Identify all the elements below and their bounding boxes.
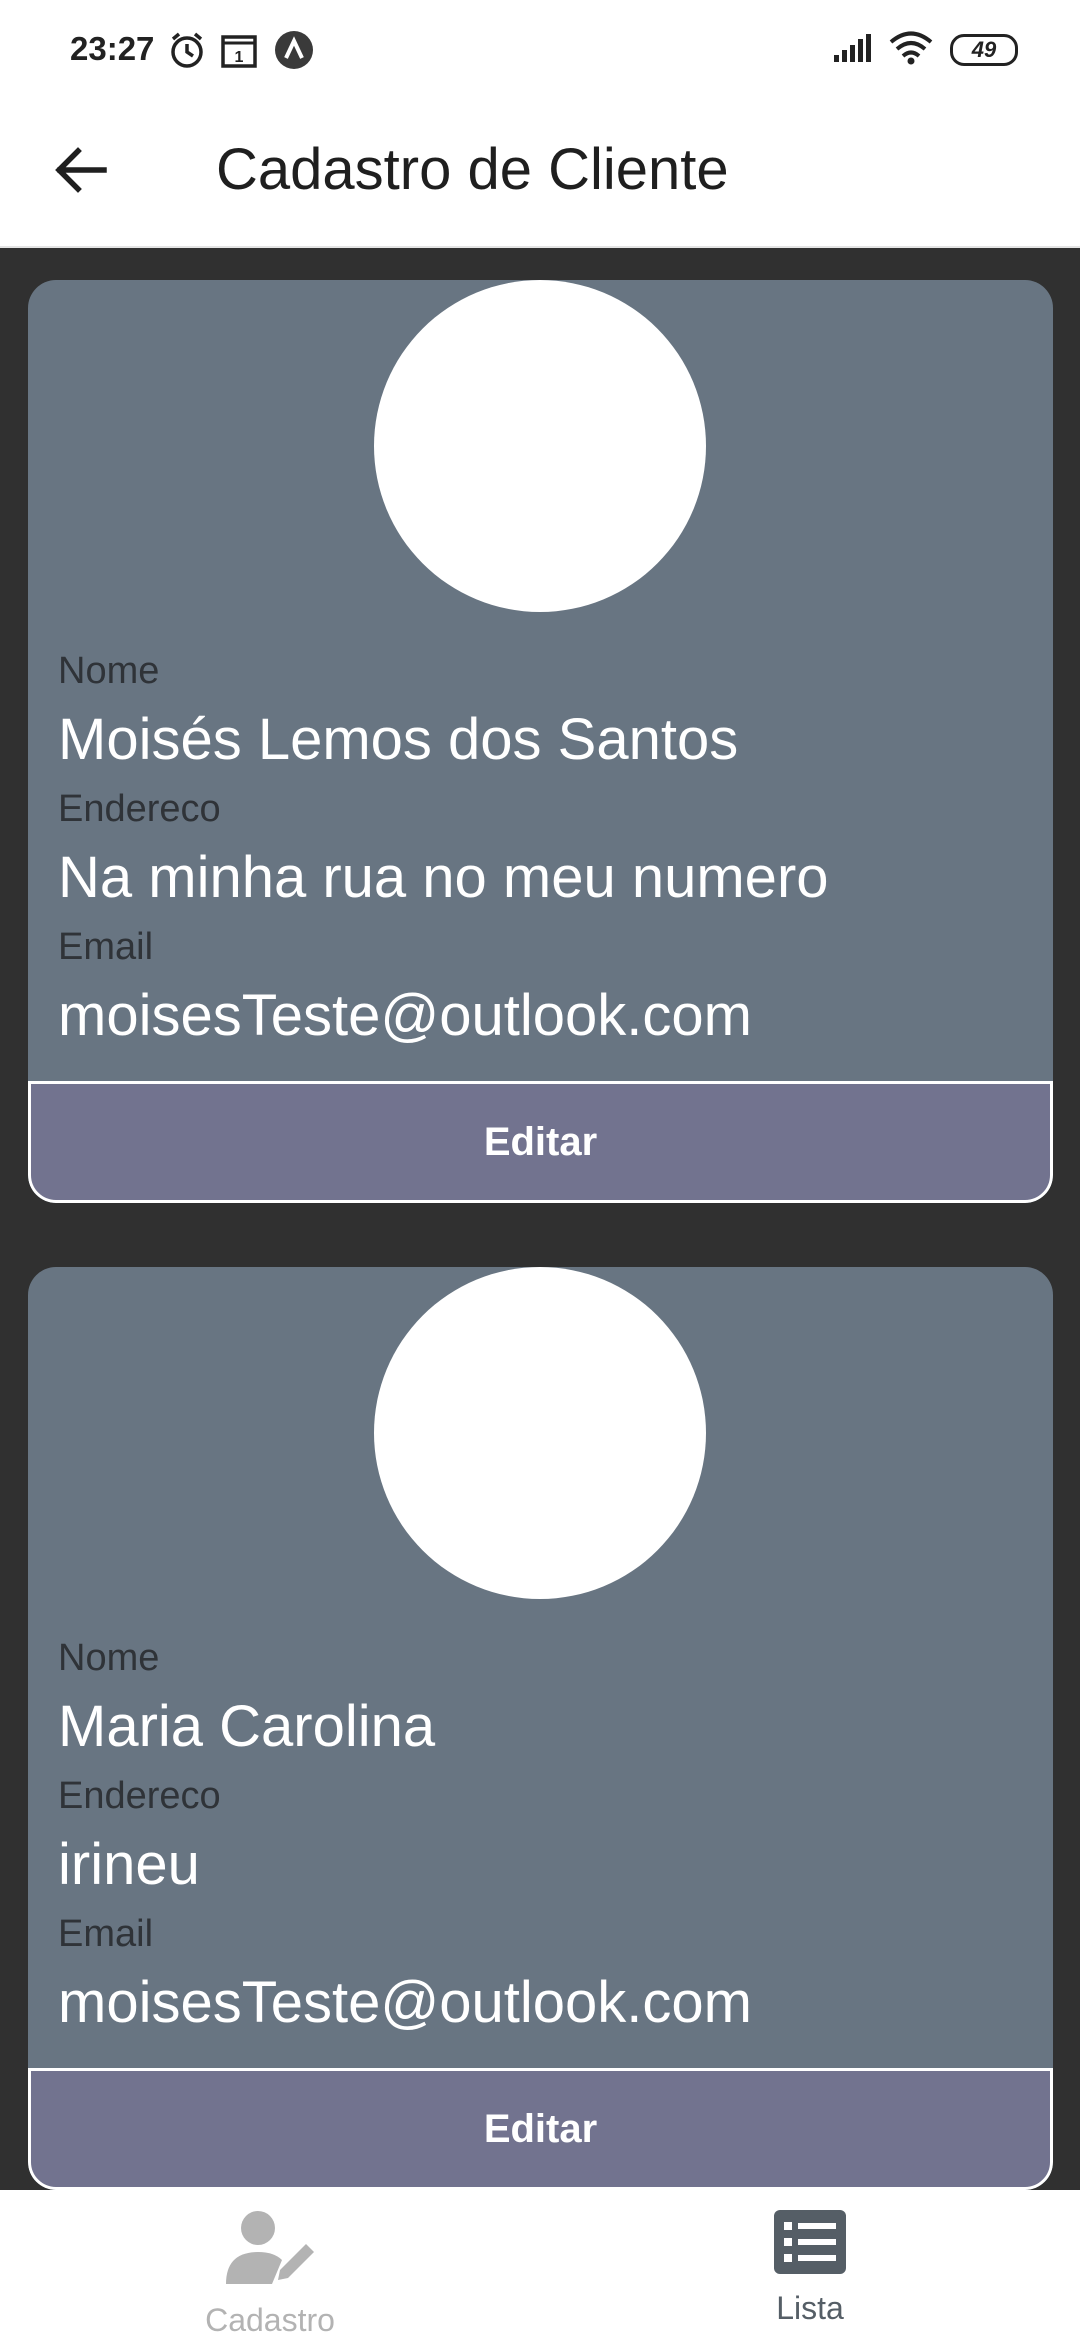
avatar — [374, 1267, 706, 1599]
email-label: Email — [58, 1913, 154, 1955]
nav-item-cadastro[interactable]: Cadastro — [0, 2190, 540, 2340]
arrow-left-icon — [55, 147, 107, 193]
nome-value: Moisés Lemos dos Santos — [58, 707, 739, 772]
edit-button[interactable]: Editar — [28, 2068, 1053, 2190]
email-label: Email — [58, 926, 154, 968]
back-button[interactable] — [42, 132, 118, 208]
calendar-icon: 1 — [220, 30, 258, 75]
signal-icon — [832, 33, 872, 68]
app-bar: Cadastro de Cliente — [0, 102, 1080, 248]
endereco-value: irineu — [58, 1832, 200, 1897]
nome-value: Maria Carolina — [58, 1694, 436, 1759]
user-edit-icon — [226, 2211, 314, 2284]
app-notification-icon — [274, 30, 314, 75]
battery-icon: 49 — [950, 34, 1018, 66]
nav-label-lista: Lista — [776, 2290, 844, 2326]
status-indicators: 49 — [832, 30, 1018, 70]
nav-item-lista[interactable]: Lista — [540, 2190, 1080, 2340]
client-list[interactable]: Nome Moisés Lemos dos Santos Endereco Na… — [0, 250, 1080, 2190]
wifi-icon — [888, 31, 934, 70]
page-title: Cadastro de Cliente — [216, 137, 729, 202]
nav-label-cadastro: Cadastro — [205, 2302, 335, 2338]
email-value: moisesTeste@outlook.com — [58, 983, 752, 1048]
endereco-label: Endereco — [58, 788, 221, 830]
status-time: 23:27 — [70, 30, 155, 67]
endereco-label: Endereco — [58, 1775, 221, 1817]
email-value: moisesTeste@outlook.com — [58, 1970, 752, 2035]
avatar — [374, 280, 706, 612]
bottom-navigation: Cadastro Lista — [0, 2190, 1080, 2340]
svg-text:1: 1 — [235, 49, 244, 66]
nome-label: Nome — [58, 650, 160, 692]
endereco-value: Na minha rua no meu numero — [58, 845, 829, 910]
status-bar: 23:27 1 49 — [0, 0, 1080, 102]
nome-label: Nome — [58, 1637, 160, 1679]
alarm-icon — [168, 30, 206, 75]
client-card: Nome Moisés Lemos dos Santos Endereco Na… — [28, 280, 1053, 1203]
client-card: Nome Maria Carolina Endereco irineu Emai… — [28, 1267, 1053, 2190]
screen: 23:27 1 49 Cadastro de Cliente Nome Mois… — [0, 0, 1080, 2340]
edit-button[interactable]: Editar — [28, 1081, 1053, 1203]
list-icon — [774, 2210, 846, 2274]
